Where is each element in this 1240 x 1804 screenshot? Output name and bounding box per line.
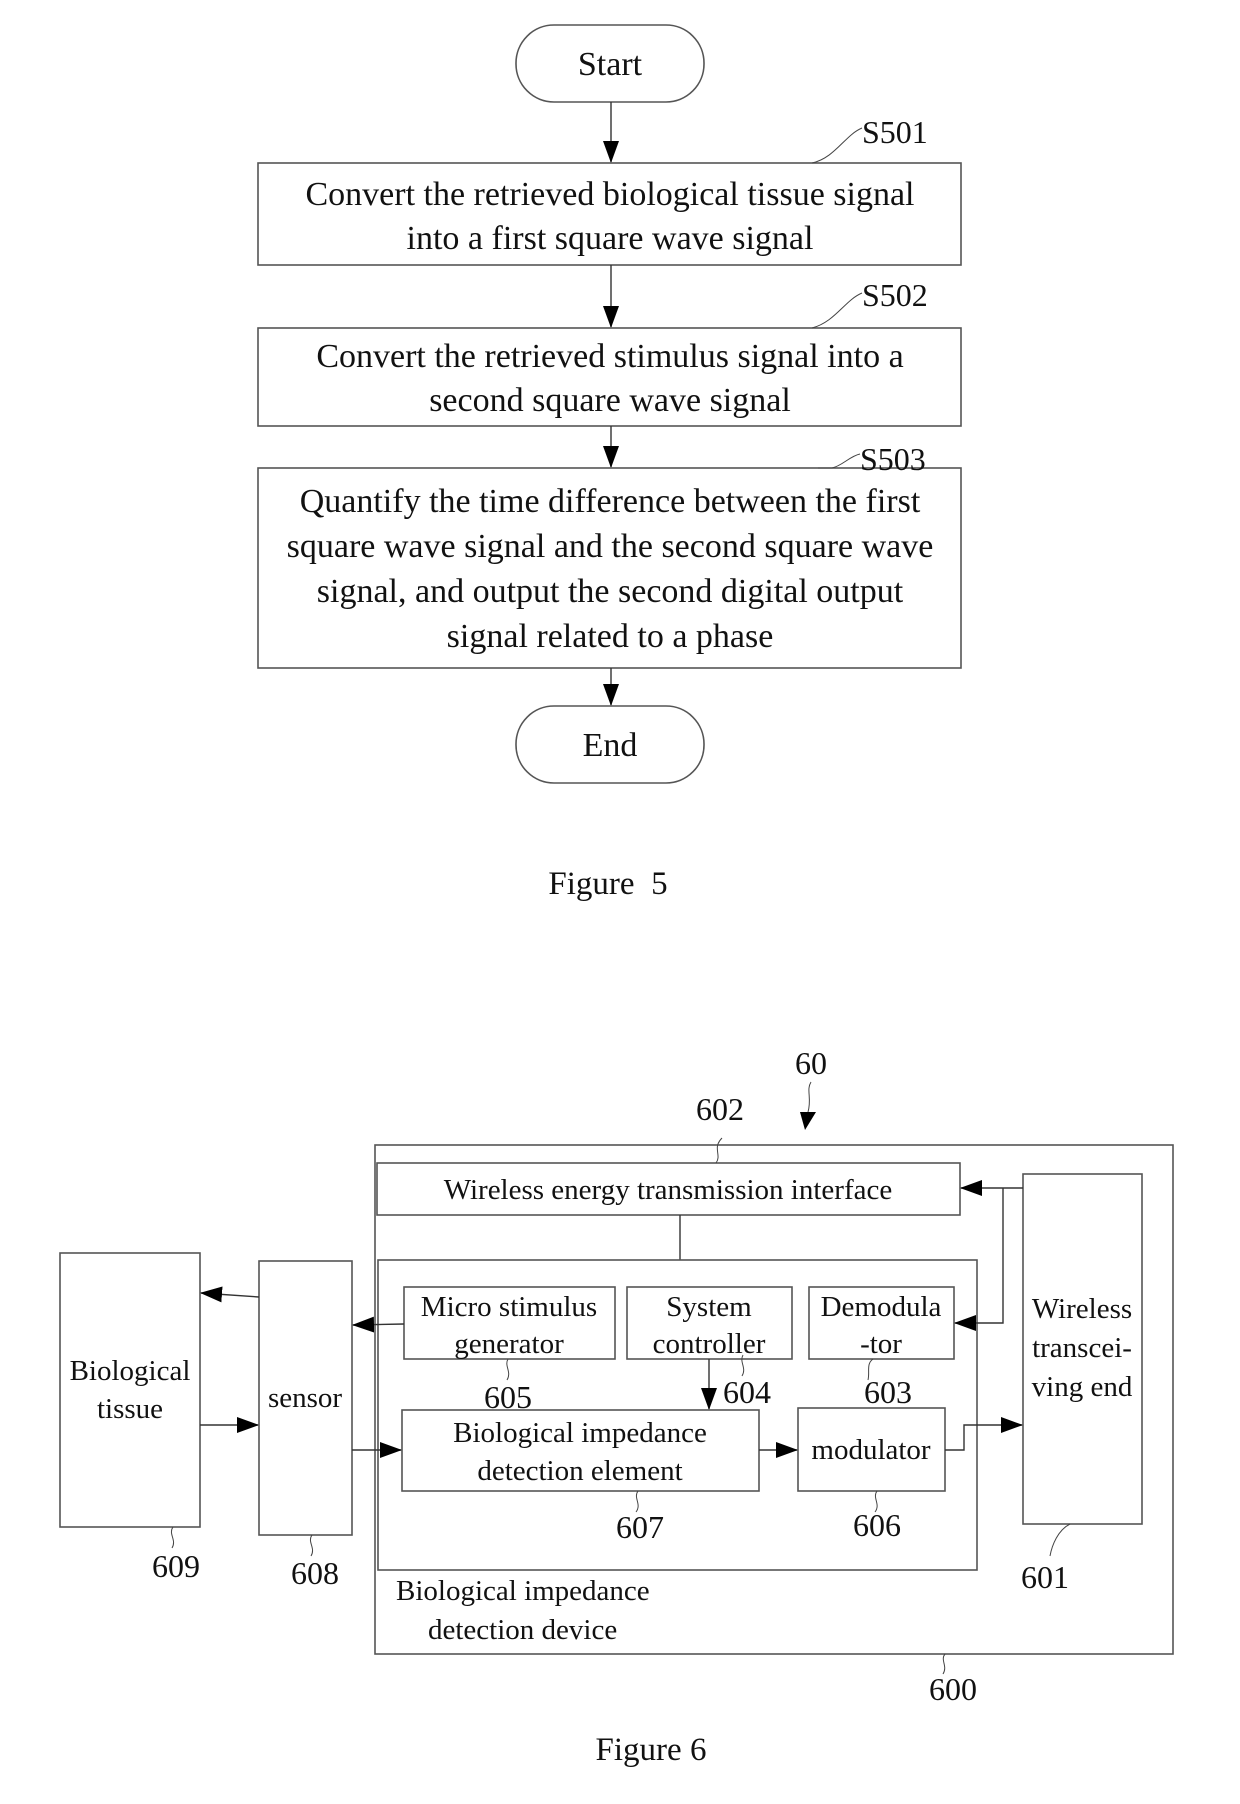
wireless-energy-interface-label: Wireless energy transmission interface xyxy=(444,1174,892,1206)
start-label: Start xyxy=(578,46,643,83)
s502-leader xyxy=(811,292,863,329)
system-controller-label-line-2: controller xyxy=(653,1328,766,1360)
tissue-ref: 609 xyxy=(152,1548,200,1584)
system-controller-ref: 604 xyxy=(723,1374,771,1410)
impedance-element-ref: 607 xyxy=(616,1509,664,1545)
demodulator-label-line-2: -tor xyxy=(860,1328,902,1360)
device-600-ref: 600 xyxy=(929,1671,977,1707)
wireless-energy-ref: 602 xyxy=(696,1091,744,1127)
step-s503-line-2: square wave signal and the second square… xyxy=(287,528,934,565)
device-600-label-line-1: Biological impedance xyxy=(396,1575,650,1607)
demodulator-label-line-1: Demodula xyxy=(821,1291,942,1323)
system-ref-60: 60 xyxy=(795,1045,827,1081)
figure-6-caption: Figure 6 xyxy=(596,1732,707,1768)
s501-leader xyxy=(811,127,863,164)
sensor-label: sensor xyxy=(268,1382,342,1414)
demodulator-ref: 603 xyxy=(864,1374,912,1410)
step-s501-line-2: into a first square wave signal xyxy=(407,220,814,257)
system-ref-arrow xyxy=(800,1112,816,1130)
step-s501-ref: S501 xyxy=(862,114,928,150)
system-ref-leader xyxy=(807,1081,812,1113)
sensor-leader xyxy=(309,1534,314,1557)
s503-leader xyxy=(818,453,861,469)
wireless-transceiver-label-line-3: ving end xyxy=(1032,1371,1133,1403)
step-s503-line-3: signal, and output the second digital ou… xyxy=(317,573,904,610)
step-s503-ref: S503 xyxy=(860,441,926,477)
step-s502-line-2: second square wave signal xyxy=(429,382,791,419)
step-s503-line-4: signal related to a phase xyxy=(447,618,774,655)
arrow-stimulus-to-sensor xyxy=(352,1316,405,1333)
figure-5-caption: Figure 5 xyxy=(548,866,667,902)
figure-5-flowchart: Start Convert the retrieved biological t… xyxy=(257,24,962,902)
system-controller-label-line-1: System xyxy=(666,1291,752,1323)
micro-stimulus-label-line-1: Micro stimulus xyxy=(421,1291,597,1323)
impedance-element-label-line-2: detection element xyxy=(477,1455,682,1487)
patent-drawing-sheet: Start Convert the retrieved biological t… xyxy=(59,24,1174,1768)
arrow-sensor-to-tissue xyxy=(200,1286,260,1303)
wireless-transceiver-label-line-1: Wireless xyxy=(1032,1293,1132,1325)
wireless-transceiver-ref: 601 xyxy=(1021,1559,1069,1595)
step-s502: Convert the retrieved stimulus signal in… xyxy=(257,277,962,427)
wireless-transceiver-label-line-2: transcei- xyxy=(1032,1332,1132,1364)
step-s503-line-1: Quantify the time difference between the… xyxy=(300,483,921,520)
figure-6-block-diagram: 60 Biological impedance detection device… xyxy=(59,1045,1174,1768)
start-terminal: Start xyxy=(515,24,705,103)
tissue-leader xyxy=(170,1526,175,1549)
step-s503: Quantify the time difference between the… xyxy=(257,441,962,669)
biological-tissue-box xyxy=(59,1252,201,1528)
impedance-element-label-line-1: Biological impedance xyxy=(453,1417,707,1449)
step-s502-line-1: Convert the retrieved stimulus signal in… xyxy=(316,338,903,375)
step-s502-ref: S502 xyxy=(862,277,928,313)
step-s501: Convert the retrieved biological tissue … xyxy=(257,114,962,266)
step-s501-line-1: Convert the retrieved biological tissue … xyxy=(305,176,914,213)
end-terminal: End xyxy=(515,705,705,784)
device-600-label-line-2: detection device xyxy=(428,1614,617,1646)
micro-stimulus-label-line-2: generator xyxy=(454,1328,564,1360)
modulator-ref: 606 xyxy=(853,1507,901,1543)
tissue-label-line-2: tissue xyxy=(97,1393,163,1425)
tissue-label-line-1: Biological xyxy=(70,1355,191,1387)
modulator-label: modulator xyxy=(811,1434,931,1466)
sensor-ref: 608 xyxy=(291,1555,339,1591)
end-label: End xyxy=(583,727,638,764)
